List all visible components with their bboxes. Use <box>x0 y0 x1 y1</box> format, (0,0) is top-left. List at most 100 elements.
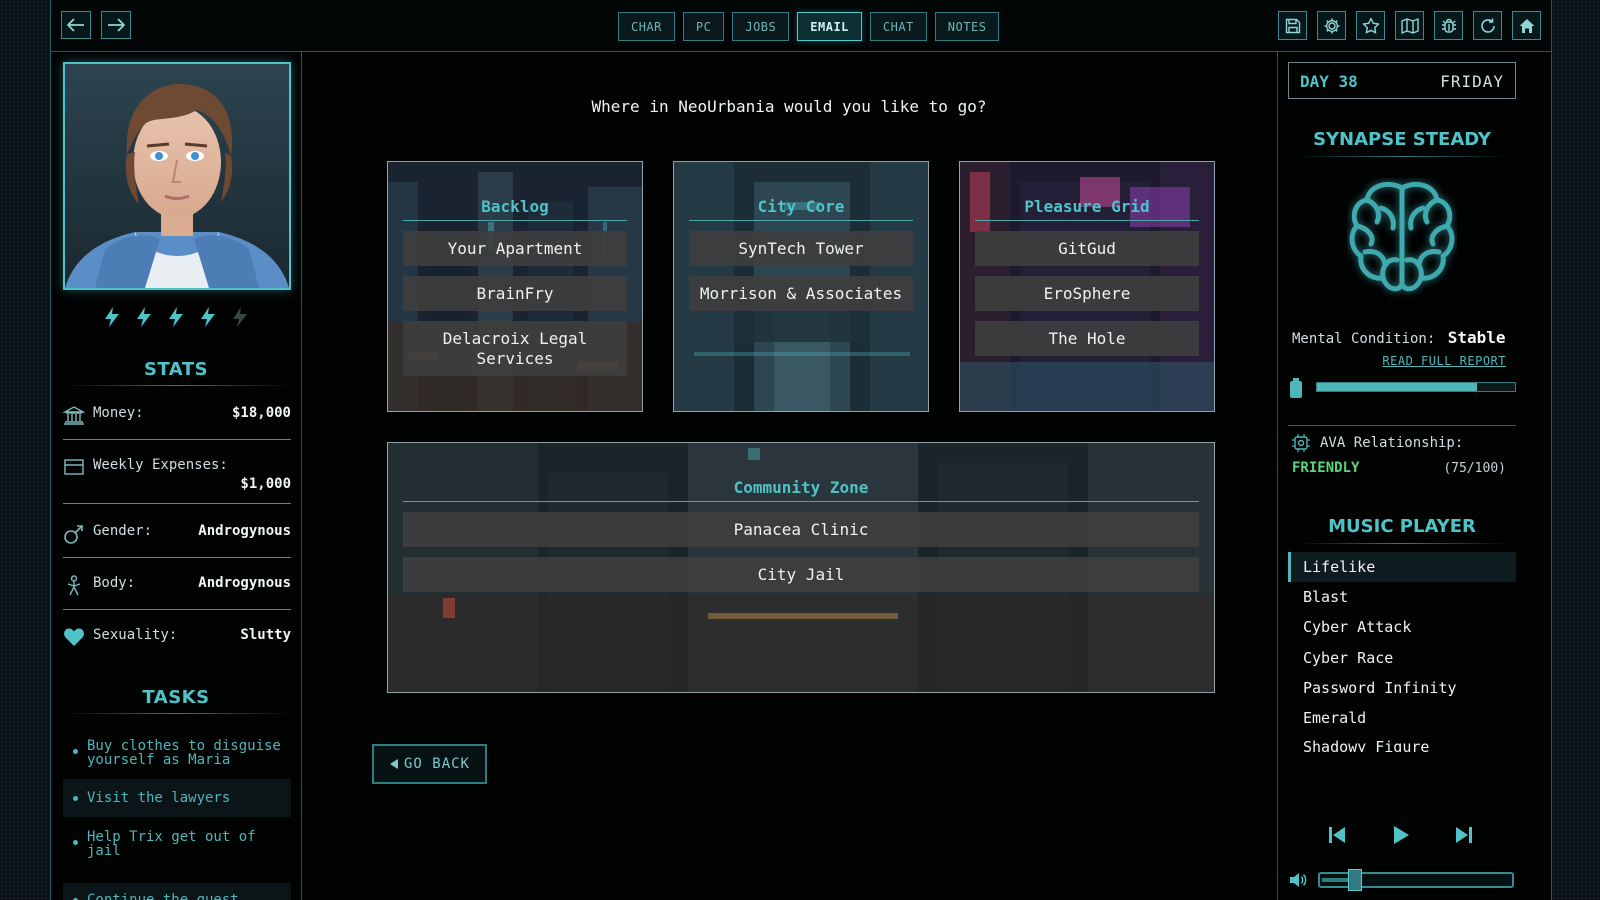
energy-bolt-icon <box>105 307 119 327</box>
volume-slider[interactable] <box>1318 869 1514 891</box>
mental-value: Stable <box>1447 328 1506 347</box>
bug-icon <box>1441 18 1456 33</box>
tab-chat[interactable]: CHAT <box>869 12 927 41</box>
stat-body: Body: Androgynous <box>63 575 291 610</box>
track-item[interactable]: Cyber Attack <box>1288 612 1516 642</box>
energy-bolt-icon <box>169 307 183 327</box>
stat-value: $18,000 <box>231 405 291 421</box>
divider <box>975 220 1199 221</box>
track-item[interactable]: Lifelike <box>1288 552 1516 582</box>
divider <box>63 713 291 714</box>
debug-button[interactable] <box>1434 11 1463 40</box>
location-panacea-clinic[interactable]: Panacea Clinic <box>403 512 1199 547</box>
divider <box>63 385 291 386</box>
divider <box>403 501 1199 502</box>
divider <box>1288 425 1516 426</box>
destination-prompt: Where in NeoUrbania would you like to go… <box>591 97 987 116</box>
body-icon <box>67 575 81 596</box>
stat-label: Gender: <box>93 523 153 539</box>
track-item[interactable]: Shadowy Figure <box>1288 732 1516 752</box>
bank-icon <box>63 406 85 425</box>
task-text: Help Trix get out of jail <box>87 829 256 859</box>
refresh-icon <box>1480 18 1495 33</box>
task-item[interactable]: Help Trix get out of jail <box>63 823 291 867</box>
stat-label: Sexuality: <box>93 627 178 643</box>
save-button[interactable] <box>1278 11 1307 40</box>
location-your-apartment[interactable]: Your Apartment <box>403 231 627 266</box>
location-brainfry[interactable]: BrainFry <box>403 276 627 311</box>
ai-chip-icon <box>1292 434 1310 452</box>
district-title: Pleasure Grid <box>1024 197 1150 216</box>
energy-bolt-empty-icon <box>233 307 247 327</box>
bullet-icon <box>73 840 78 845</box>
music-player-title: MUSIC PLAYER <box>1328 516 1476 537</box>
energy-meter <box>51 307 301 327</box>
mental-condition-bar <box>1316 382 1516 392</box>
divider <box>1296 543 1508 544</box>
task-text: Buy clothes to disguise yourself as Mari… <box>87 738 281 768</box>
district-title: Backlog <box>481 197 549 216</box>
stat-value: Androgynous <box>198 523 291 539</box>
task-item[interactable]: Buy clothes to disguise yourself as Mari… <box>63 733 291 773</box>
location-morrison-associates[interactable]: Morrison & Associates <box>689 276 913 311</box>
home-button[interactable] <box>1512 11 1541 40</box>
settings-button[interactable] <box>1317 11 1346 40</box>
play-button[interactable] <box>1391 825 1411 845</box>
district-title: City Core <box>757 197 845 216</box>
map-button[interactable] <box>1395 11 1424 40</box>
day-counter: DAY 38 <box>1300 72 1358 91</box>
tab-email[interactable]: EMAIL <box>797 12 862 41</box>
location-city-jail[interactable]: City Jail <box>403 557 1199 592</box>
district-card-city-core: City Core SynTech Tower Morrison & Assoc… <box>673 161 929 412</box>
top-bar: CHAR PC JOBS EMAIL CHAT NOTES <box>51 0 1551 52</box>
divider <box>689 220 913 221</box>
location-delacroix-legal-services[interactable]: Delacroix Legal Services <box>403 321 627 376</box>
track-item[interactable]: Blast <box>1288 582 1516 612</box>
go-back-label: GO BACK <box>403 756 470 772</box>
tab-char[interactable]: CHAR <box>618 12 675 41</box>
track-item[interactable]: Emerald <box>1288 703 1516 733</box>
character-portrait[interactable] <box>63 62 291 290</box>
location-the-hole[interactable]: The Hole <box>975 321 1199 356</box>
ava-relationship-status: FRIENDLY <box>1292 460 1360 476</box>
mental-condition-fill <box>1317 383 1478 391</box>
skip-forward-icon <box>1456 827 1472 843</box>
next-track-button[interactable] <box>1454 825 1474 845</box>
synapse-title: SYNAPSE STEADY <box>1313 129 1491 150</box>
task-item[interactable]: Visit the lawyers <box>63 779 291 817</box>
divider <box>1296 156 1508 157</box>
track-item[interactable]: Password Infinity <box>1288 673 1516 703</box>
location-gitgud[interactable]: GitGud <box>975 231 1199 266</box>
brain-icon <box>1349 182 1455 292</box>
volume-icon <box>1290 873 1307 887</box>
toolbar-icons <box>1278 11 1541 40</box>
energy-bolt-icon <box>137 307 151 327</box>
stat-weekly-expenses: Weekly Expenses: $1,000 <box>63 457 291 504</box>
location-syntech-tower[interactable]: SynTech Tower <box>689 231 913 266</box>
tab-pc[interactable]: PC <box>682 12 725 41</box>
task-item[interactable]: Continue the quest <box>63 883 291 900</box>
tab-notes[interactable]: NOTES <box>934 12 1000 41</box>
refresh-button[interactable] <box>1473 11 1502 40</box>
tab-jobs[interactable]: JOBS <box>732 12 790 41</box>
main-tabs: CHAR PC JOBS EMAIL CHAT NOTES <box>618 12 1000 41</box>
playlist: Lifelike Blast Cyber Attack Cyber Race P… <box>1278 552 1526 752</box>
district-card-backlog: Backlog Your Apartment BrainFry Delacroi… <box>387 161 643 412</box>
stat-label: Money: <box>93 405 144 421</box>
stats-title: STATS <box>143 359 209 380</box>
mental-label: Mental Condition: <box>1292 331 1436 347</box>
volume-knob[interactable] <box>1348 869 1362 891</box>
stat-gender: Gender: Androgynous <box>63 523 291 558</box>
back-arrow-button[interactable] <box>61 11 91 39</box>
location-erosphere[interactable]: EroSphere <box>975 276 1199 311</box>
previous-track-button[interactable] <box>1327 825 1347 845</box>
stat-money: Money: $18,000 <box>63 405 291 440</box>
forward-arrow-button[interactable] <box>101 11 131 39</box>
favorites-button[interactable] <box>1356 11 1385 40</box>
stat-value: $1,000 <box>240 476 291 492</box>
district-card-pleasure-grid: Pleasure Grid GitGud EroSphere The Hole <box>959 161 1215 412</box>
track-item[interactable]: Cyber Race <box>1288 643 1516 673</box>
go-back-button[interactable]: GO BACK <box>372 744 487 784</box>
day-display: DAY 38 FRIDAY <box>1288 62 1516 99</box>
read-full-report-link[interactable]: READ FULL REPORT <box>1382 354 1506 368</box>
